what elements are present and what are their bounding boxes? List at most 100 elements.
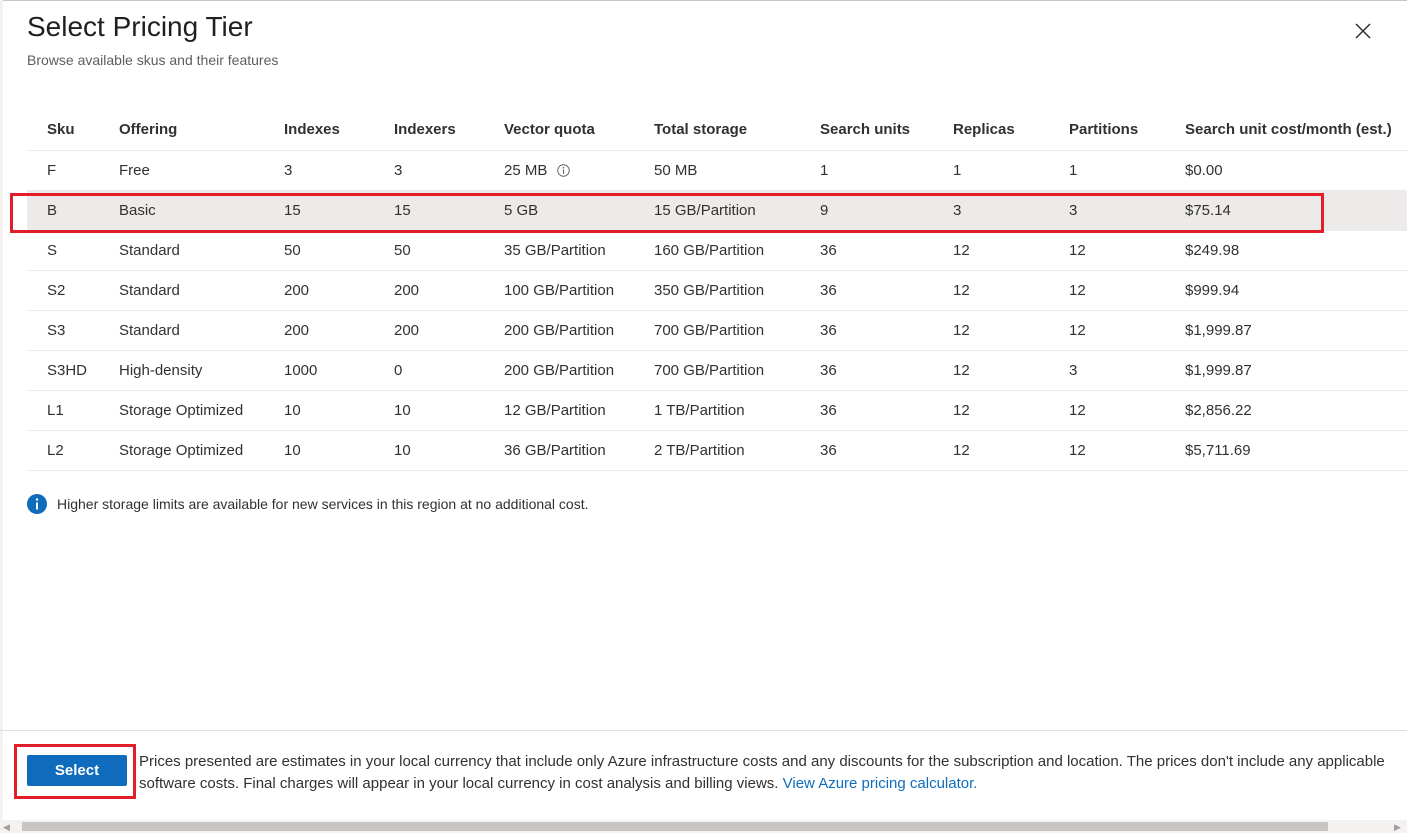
cell-text: 200 GB/Partition <box>504 322 615 339</box>
table-row[interactable]: S3 Standard 200 200 200 GB/Partition 700 GB/P… <box>27 311 1407 351</box>
cell-total-storage: 700 GB/Partition <box>654 351 764 390</box>
cell-text: 700 GB/Partition <box>654 362 765 379</box>
cell-text: 10 <box>284 402 301 419</box>
cell-text: High-density <box>119 362 203 379</box>
cell-offering: Storage Optimized <box>119 391 243 430</box>
cell-replicas: 12 <box>953 391 970 430</box>
table-row[interactable]: L1 Storage Optimized 10 10 12 GB/Partition 1 … <box>27 391 1407 431</box>
cell-text: 12 <box>953 402 970 419</box>
cell-replicas: 12 <box>953 431 970 470</box>
cell-text: Standard <box>119 322 180 339</box>
cell-text: 15 <box>284 202 301 219</box>
cell-text: 0 <box>394 362 403 379</box>
column-header-replicas: Replicas <box>953 120 1015 138</box>
cell-text: 200 GB/Partition <box>504 362 615 379</box>
table-row[interactable]: L2 Storage Optimized 10 10 36 GB/Partition 2 … <box>27 431 1407 471</box>
cell-partitions: 1 <box>1069 151 1077 190</box>
cell-sku: B <box>47 191 57 230</box>
cell-text: $249.98 <box>1185 242 1240 259</box>
scroll-right-arrow-icon[interactable]: ▶ <box>1394 823 1402 832</box>
cell-total-storage: 1 TB/Partition <box>654 391 745 430</box>
cell-indexers: 200 <box>394 271 419 310</box>
cell-indexers: 0 <box>394 351 402 390</box>
cell-replicas: 12 <box>953 231 970 270</box>
cell-search-units: 1 <box>820 151 828 190</box>
cell-vector-quota: 36 GB/Partition <box>504 431 606 470</box>
cell-partitions: 3 <box>1069 351 1077 390</box>
cell-text: 50 MB <box>654 162 698 179</box>
cell-offering: Standard <box>119 271 180 310</box>
cell-offering: Basic <box>119 191 156 230</box>
cell-sku: S3HD <box>47 351 87 390</box>
cell-vector-quota: 100 GB/Partition <box>504 271 614 310</box>
cell-indexes: 200 <box>284 311 309 350</box>
cell-text: 3 <box>1069 202 1078 219</box>
cell-cost: $2,856.22 <box>1185 391 1252 430</box>
cell-text: 1000 <box>284 362 318 379</box>
cell-indexes: 1000 <box>284 351 317 390</box>
cell-text: 36 <box>820 282 837 299</box>
cell-vector-quota: 5 GB <box>504 191 538 230</box>
cell-text: 36 GB/Partition <box>504 442 606 459</box>
cell-cost: $0.00 <box>1185 151 1223 190</box>
cell-total-storage: 160 GB/Partition <box>654 231 764 270</box>
vector-quota-info-icon[interactable] <box>557 164 571 177</box>
cell-text: 50 <box>394 242 411 259</box>
pricing-disclaimer-text: Prices presented are estimates in your l… <box>139 753 1385 792</box>
cell-partitions: 12 <box>1069 431 1086 470</box>
cell-text: 36 <box>820 322 837 339</box>
cell-text: 36 <box>820 242 837 259</box>
cell-text: 2 TB/Partition <box>654 442 745 459</box>
cell-text: Storage Optimized <box>119 402 244 419</box>
table-row[interactable]: S Standard 50 50 35 GB/Partition 160 GB/Parti… <box>27 231 1407 271</box>
page-title: Select Pricing Tier <box>27 11 253 42</box>
scrollbar-thumb[interactable] <box>22 822 1328 831</box>
cell-text: 12 <box>1069 402 1086 419</box>
cell-text: 1 <box>953 162 962 179</box>
column-header-indexes: Indexes <box>284 120 340 138</box>
horizontal-scrollbar[interactable]: ◀ ▶ <box>0 820 1407 833</box>
cell-vector-quota: 35 GB/Partition <box>504 231 606 270</box>
table-row[interactable]: S2 Standard 200 200 100 GB/Partition 350 GB/P… <box>27 271 1407 311</box>
cell-indexers: 10 <box>394 431 411 470</box>
cell-replicas: 3 <box>953 191 961 230</box>
cell-text: S2 <box>47 282 66 299</box>
cell-sku: S2 <box>47 271 65 310</box>
cell-text: B <box>47 202 58 219</box>
cell-indexes: 50 <box>284 231 301 270</box>
select-button[interactable]: Select <box>27 755 127 786</box>
cell-text: 12 <box>953 442 970 459</box>
cell-text: 3 <box>1069 362 1078 379</box>
cell-indexers: 3 <box>394 151 402 190</box>
table-row[interactable]: B Basic 15 15 5 GB 15 GB/Partition 9 3 3 $75.14 <box>27 191 1407 231</box>
cell-text: $0.00 <box>1185 162 1223 179</box>
cell-text: 1 TB/Partition <box>654 402 745 419</box>
cell-text: 12 GB/Partition <box>504 402 606 419</box>
cell-text: 350 GB/Partition <box>654 282 765 299</box>
cell-indexes: 10 <box>284 431 301 470</box>
scroll-left-arrow-icon[interactable]: ◀ <box>3 823 11 832</box>
pricing-calculator-link[interactable]: View Azure pricing calculator. <box>783 775 978 792</box>
pricing-disclaimer: Prices presented are estimates in your l… <box>139 751 1389 795</box>
cell-sku: S <box>47 231 57 270</box>
cell-vector-quota: 200 GB/Partition <box>504 311 614 350</box>
cell-indexes: 3 <box>284 151 292 190</box>
info-icon <box>27 494 47 514</box>
cell-search-units: 36 <box>820 231 837 270</box>
cell-vector-quota: 12 GB/Partition <box>504 391 606 430</box>
cell-text: 36 <box>820 402 837 419</box>
cell-text: 25 MB <box>504 162 548 179</box>
cell-text: 200 <box>284 282 310 299</box>
close-button[interactable] <box>1350 18 1376 44</box>
cell-text: 15 GB/Partition <box>654 202 756 219</box>
cell-text: 10 <box>394 402 411 419</box>
cell-indexers: 10 <box>394 391 411 430</box>
cell-offering: Standard <box>119 231 180 270</box>
table-body: F Free 3 3 25 MB 50 MB 1 1 1 $0.00 B Basic 15 15 5 GB 1… <box>27 151 1407 471</box>
table-row[interactable]: F Free 3 3 25 MB 50 MB 1 1 1 $0.00 <box>27 151 1407 191</box>
table-header-row: Sku Offering Indexes Indexers Vector quota To… <box>27 108 1407 151</box>
table-row[interactable]: S3HD High-density 1000 0 200 GB/Partition 700… <box>27 351 1407 391</box>
cell-offering: Storage Optimized <box>119 431 243 470</box>
cell-text: $75.14 <box>1185 202 1231 219</box>
cell-cost: $999.94 <box>1185 271 1239 310</box>
